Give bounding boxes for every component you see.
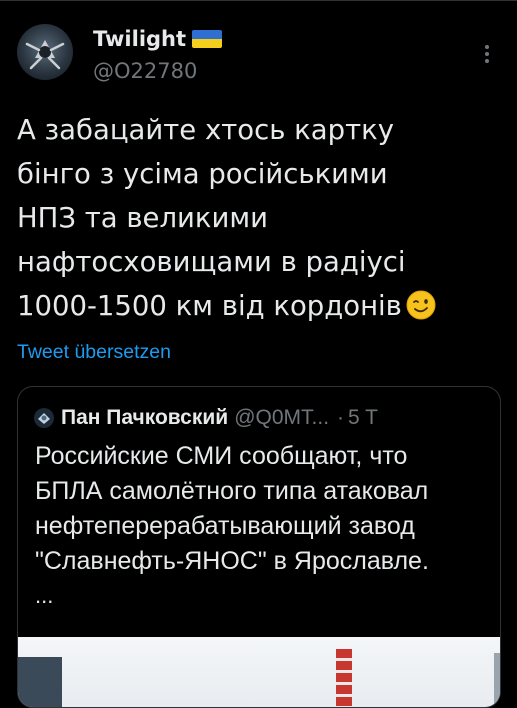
display-name[interactable]: Twilight	[93, 26, 186, 52]
winking-face-icon	[406, 290, 436, 320]
quote-separator: ·	[337, 406, 345, 429]
author-name-row[interactable]: Twilight	[93, 26, 223, 52]
media-chimney	[336, 649, 352, 707]
author-handle[interactable]: @O22780	[93, 58, 197, 84]
media-building	[18, 657, 62, 707]
quote-header: Пан Пачковский @Q0MT... · 5 T	[33, 405, 378, 431]
more-options-icon[interactable]	[478, 42, 496, 66]
quoted-tweet-card[interactable]: Пан Пачковский @Q0MT... · 5 T Российские…	[17, 386, 501, 708]
quote-text: Российские СМИ сообщают, что БПЛА самолё…	[35, 442, 429, 575]
tweet-body: А забацайте хтось картку бінго з усіма р…	[17, 114, 406, 322]
avatar-image	[25, 40, 65, 70]
avatar[interactable]	[17, 24, 73, 80]
media-pipe	[494, 653, 500, 707]
quote-author-handle[interactable]: @Q0MT...	[234, 405, 329, 431]
quote-media-image[interactable]	[18, 637, 500, 707]
quote-more-ellipsis: ...	[35, 583, 54, 608]
quote-author-name[interactable]: Пан Пачковский	[61, 405, 228, 431]
top-divider	[0, 0, 517, 1]
ukraine-flag-icon	[192, 30, 223, 48]
quote-avatar[interactable]	[33, 407, 55, 429]
translate-tweet-link[interactable]: Tweet übersetzen	[17, 340, 171, 364]
quote-timestamp[interactable]: 5 T	[348, 405, 378, 431]
tweet-text: А забацайте хтось картку бінго з усіма р…	[17, 108, 507, 328]
